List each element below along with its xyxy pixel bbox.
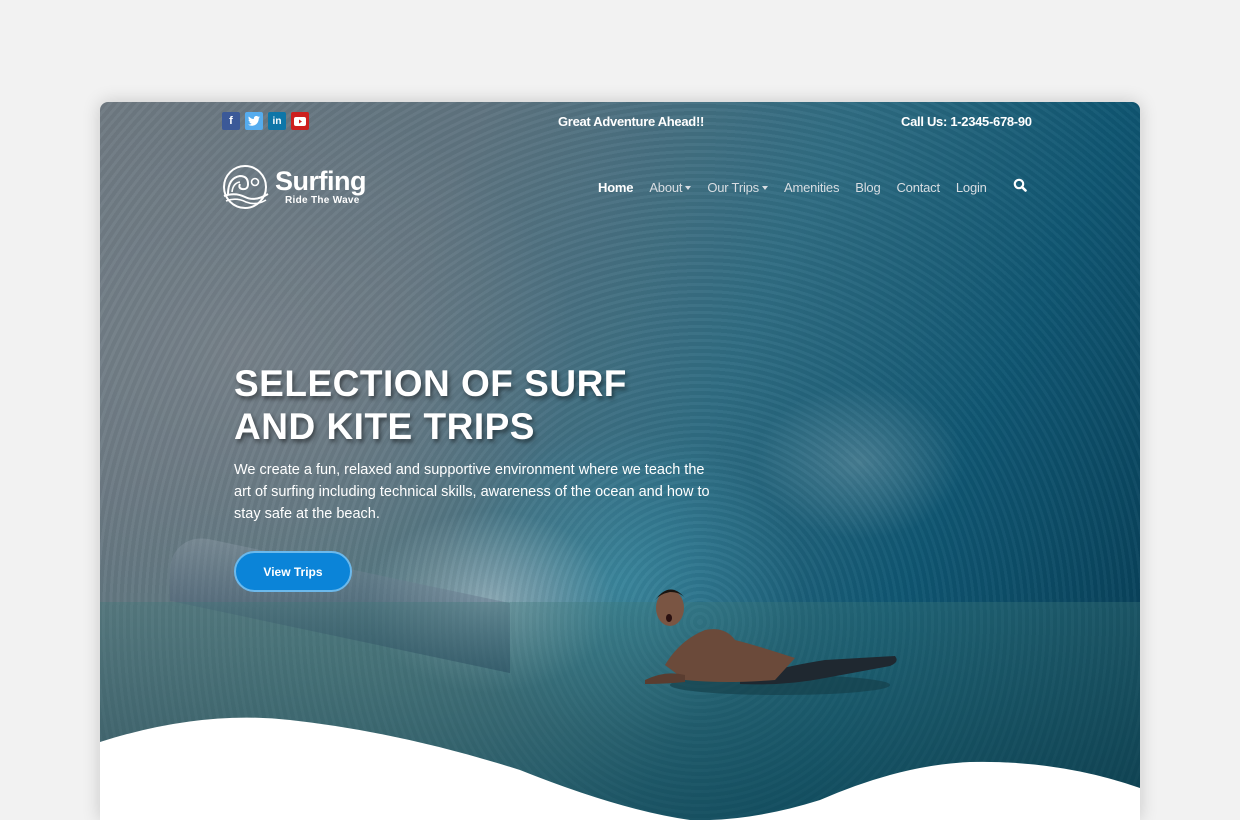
nav-blog-label: Blog [855, 180, 881, 195]
nav-about[interactable]: About [649, 180, 692, 195]
search-icon[interactable] [1013, 178, 1027, 197]
twitter-icon[interactable] [245, 112, 263, 130]
hero-headline-line1: SELECTION OF SURF [234, 363, 627, 404]
social-links: f in [222, 112, 309, 130]
nav-amenities-label: Amenities [783, 180, 840, 195]
hero-section: f in Great Adventure Ahead!! Call Us: 1-… [100, 102, 1140, 820]
wave-logo-icon [223, 165, 269, 209]
hero-headline-line2: AND KITE TRIPS [234, 406, 535, 447]
linkedin-icon[interactable]: in [268, 112, 286, 130]
nav-our-trips-label: Our Trips [707, 180, 759, 195]
hero-description: We create a fun, relaxed and supportive … [234, 462, 710, 522]
view-trips-button[interactable]: View Trips [234, 551, 352, 592]
nav-our-trips[interactable]: Our Trips [707, 180, 768, 195]
nav-home-label: Home [598, 180, 634, 195]
tagline: Great Adventure Ahead!! [558, 114, 704, 129]
chevron-down-icon [761, 185, 768, 190]
nav-amenities[interactable]: Amenities [784, 180, 839, 195]
logo-name: Surfing [275, 166, 367, 196]
main-nav: Home About Our Trips Amenities Blog Cont… [598, 178, 1027, 197]
nav-contact[interactable]: Contact [896, 180, 940, 195]
youtube-icon[interactable] [291, 112, 309, 130]
site-logo[interactable]: Surfing Ride The Wave [220, 164, 367, 210]
wave-divider [100, 717, 1140, 820]
nav-blog[interactable]: Blog [855, 180, 880, 195]
nav-login-label: Login [955, 180, 987, 195]
hero-headline: SELECTION OF SURF AND KITE TRIPS [234, 362, 627, 448]
logo-subtitle: Ride The Wave [285, 195, 360, 206]
chevron-down-icon [685, 185, 692, 190]
surfer-image [645, 589, 897, 695]
nav-login[interactable]: Login [956, 180, 987, 195]
facebook-icon[interactable]: f [222, 112, 240, 130]
top-bar: f in Great Adventure Ahead!! Call Us: 1-… [100, 102, 1140, 142]
nav-about-label: About [649, 180, 683, 195]
call-us-phone[interactable]: Call Us: 1-2345-678-90 [901, 114, 1032, 129]
nav-contact-label: Contact [896, 180, 940, 195]
nav-home[interactable]: Home [598, 180, 634, 195]
